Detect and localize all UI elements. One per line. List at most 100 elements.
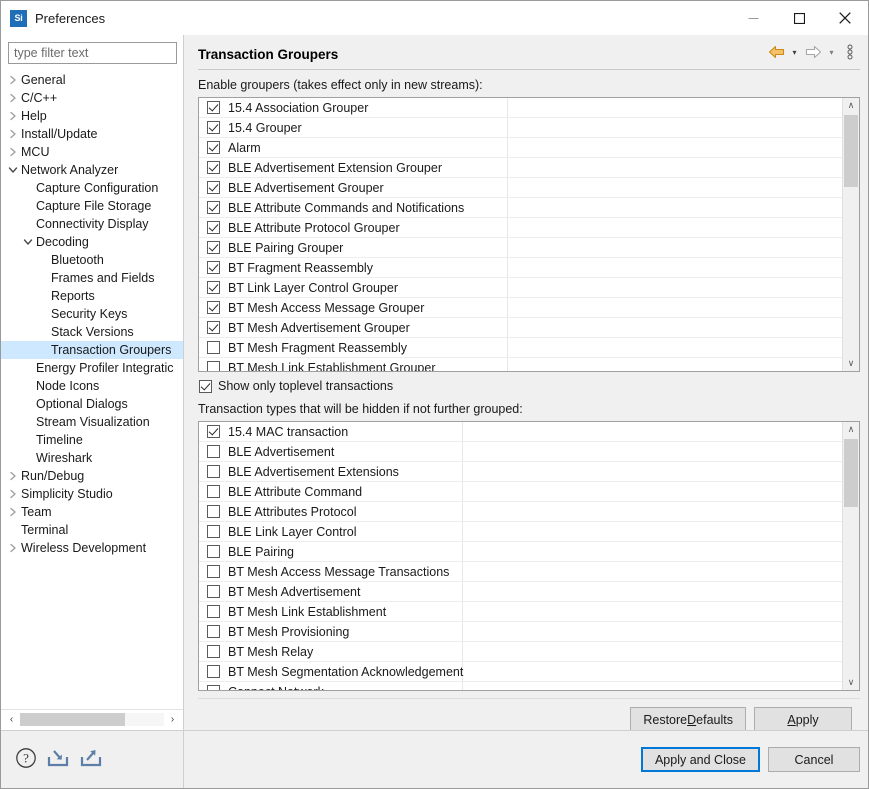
- grouper-row[interactable]: BT Mesh Fragment Reassembly: [199, 338, 842, 358]
- hidden-type-checkbox[interactable]: [207, 445, 220, 458]
- grouper-row[interactable]: 15.4 Grouper: [199, 118, 842, 138]
- hidden-type-checkbox[interactable]: [207, 425, 220, 438]
- chevron-right-icon[interactable]: [5, 111, 21, 121]
- back-dropdown-caret-icon[interactable]: ▾: [788, 42, 801, 62]
- hidden-type-row[interactable]: 15.4 MAC transaction: [199, 422, 842, 442]
- hidden-type-row[interactable]: BLE Link Layer Control: [199, 522, 842, 542]
- sidebar-item-stream-visualization[interactable]: Stream Visualization: [1, 413, 183, 431]
- sidebar-item-terminal[interactable]: Terminal: [1, 521, 183, 539]
- hidden-type-row[interactable]: BT Mesh Segmentation Acknowledgement: [199, 662, 842, 682]
- sidebar-item-decoding[interactable]: Decoding: [1, 233, 183, 251]
- sidebar-item-bluetooth[interactable]: Bluetooth: [1, 251, 183, 269]
- grouper-row[interactable]: BT Fragment Reassembly: [199, 258, 842, 278]
- hidden-types-scroll-track[interactable]: [843, 437, 859, 675]
- groupers-table-body[interactable]: 15.4 Association Grouper 15.4 Grouper Alar…: [199, 98, 842, 371]
- grouper-row[interactable]: Alarm: [199, 138, 842, 158]
- tree-horizontal-scrollbar[interactable]: ‹ ›: [1, 709, 183, 730]
- sidebar-item-simplicity-studio[interactable]: Simplicity Studio: [1, 485, 183, 503]
- groupers-table[interactable]: 15.4 Association Grouper 15.4 Grouper Alar…: [198, 97, 860, 372]
- hidden-type-checkbox[interactable]: [207, 625, 220, 638]
- hidden-types-vertical-scrollbar[interactable]: ∧ ∨: [842, 422, 859, 690]
- sidebar-item-c-c[interactable]: C/C++: [1, 89, 183, 107]
- scroll-left-icon[interactable]: ‹: [3, 712, 20, 727]
- grouper-row[interactable]: BLE Advertisement Grouper: [199, 178, 842, 198]
- scroll-down-icon[interactable]: ∨: [843, 675, 859, 690]
- grouper-checkbox[interactable]: [207, 241, 220, 254]
- grouper-checkbox[interactable]: [207, 221, 220, 234]
- sidebar-item-install-update[interactable]: Install/Update: [1, 125, 183, 143]
- cancel-button[interactable]: Cancel: [768, 747, 860, 772]
- groupers-scroll-thumb[interactable]: [844, 115, 858, 187]
- scroll-up-icon[interactable]: ∧: [843, 98, 859, 113]
- hidden-type-checkbox[interactable]: [207, 645, 220, 658]
- import-icon[interactable]: [46, 747, 70, 772]
- grouper-checkbox[interactable]: [207, 321, 220, 334]
- hidden-type-row[interactable]: BT Mesh Relay: [199, 642, 842, 662]
- hidden-type-checkbox[interactable]: [207, 485, 220, 498]
- apply-and-close-button[interactable]: Apply and Close: [640, 747, 760, 772]
- sidebar-item-timeline[interactable]: Timeline: [1, 431, 183, 449]
- scroll-up-icon[interactable]: ∧: [843, 422, 859, 437]
- groupers-scroll-track[interactable]: [843, 113, 859, 356]
- hidden-type-row[interactable]: BLE Pairing: [199, 542, 842, 562]
- sidebar-item-stack-versions[interactable]: Stack Versions: [1, 323, 183, 341]
- restore-defaults-button[interactable]: Restore Defaults: [630, 707, 746, 732]
- sidebar-item-capture-file-storage[interactable]: Capture File Storage: [1, 197, 183, 215]
- sidebar-item-capture-configuration[interactable]: Capture Configuration: [1, 179, 183, 197]
- grouper-checkbox[interactable]: [207, 201, 220, 214]
- grouper-row[interactable]: BLE Advertisement Extension Grouper: [199, 158, 842, 178]
- groupers-rows[interactable]: 15.4 Association Grouper 15.4 Grouper Alar…: [199, 98, 842, 371]
- hidden-type-checkbox[interactable]: [207, 525, 220, 538]
- sidebar-item-team[interactable]: Team: [1, 503, 183, 521]
- sidebar-item-wireless-development[interactable]: Wireless Development: [1, 539, 183, 557]
- grouper-row[interactable]: BLE Attribute Commands and Notifications: [199, 198, 842, 218]
- minimize-button[interactable]: [730, 1, 776, 35]
- grouper-row[interactable]: BT Mesh Advertisement Grouper: [199, 318, 842, 338]
- hidden-types-rows[interactable]: 15.4 MAC transaction BLE Advertisement BLE…: [199, 422, 842, 690]
- hidden-type-checkbox[interactable]: [207, 505, 220, 518]
- toplevel-checkbox-box[interactable]: [199, 379, 212, 393]
- hidden-type-checkbox[interactable]: [207, 585, 220, 598]
- grouper-row[interactable]: BT Link Layer Control Grouper: [199, 278, 842, 298]
- hidden-type-row[interactable]: BLE Advertisement Extensions: [199, 462, 842, 482]
- vertical-dots-icon[interactable]: [840, 42, 860, 62]
- sidebar-item-general[interactable]: General: [1, 71, 183, 89]
- export-icon[interactable]: [79, 747, 103, 772]
- hidden-types-table[interactable]: 15.4 MAC transaction BLE Advertisement BLE…: [198, 421, 860, 691]
- scroll-down-icon[interactable]: ∨: [843, 356, 859, 371]
- grouper-checkbox[interactable]: [207, 261, 220, 274]
- chevron-right-icon[interactable]: [5, 543, 21, 553]
- chevron-right-icon[interactable]: [5, 147, 21, 157]
- sidebar-item-run-debug[interactable]: Run/Debug: [1, 467, 183, 485]
- scroll-right-icon[interactable]: ›: [164, 712, 181, 727]
- sidebar-item-mcu[interactable]: MCU: [1, 143, 183, 161]
- hidden-type-checkbox[interactable]: [207, 545, 220, 558]
- sidebar-item-network-analyzer[interactable]: Network Analyzer: [1, 161, 183, 179]
- hscroll-thumb[interactable]: [20, 712, 126, 726]
- hidden-type-checkbox[interactable]: [207, 605, 220, 618]
- grouper-checkbox[interactable]: [207, 301, 220, 314]
- forward-arrow-icon[interactable]: [803, 42, 823, 62]
- chevron-right-icon[interactable]: [5, 129, 21, 139]
- chevron-right-icon[interactable]: [5, 489, 21, 499]
- close-button[interactable]: [822, 1, 868, 35]
- grouper-checkbox[interactable]: [207, 101, 220, 114]
- hidden-type-checkbox[interactable]: [207, 665, 220, 678]
- hidden-type-row[interactable]: BLE Attribute Command: [199, 482, 842, 502]
- chevron-right-icon[interactable]: [5, 507, 21, 517]
- grouper-checkbox[interactable]: [207, 361, 220, 371]
- back-arrow-icon[interactable]: [766, 42, 786, 62]
- chevron-right-icon[interactable]: [5, 93, 21, 103]
- apply-button[interactable]: Apply: [754, 707, 852, 732]
- grouper-row[interactable]: BT Mesh Link Establishment Grouper: [199, 358, 842, 371]
- grouper-row[interactable]: 15.4 Association Grouper: [199, 98, 842, 118]
- hidden-type-row[interactable]: BT Mesh Advertisement: [199, 582, 842, 602]
- grouper-checkbox[interactable]: [207, 121, 220, 134]
- search-input[interactable]: [8, 42, 177, 64]
- sidebar-item-wireshark[interactable]: Wireshark: [1, 449, 183, 467]
- preferences-tree[interactable]: General C/C++ Help Install/Update MCU Network…: [1, 69, 183, 709]
- grouper-row[interactable]: BLE Pairing Grouper: [199, 238, 842, 258]
- hidden-type-row[interactable]: BT Mesh Provisioning: [199, 622, 842, 642]
- hidden-type-checkbox[interactable]: [207, 565, 220, 578]
- sidebar-item-node-icons[interactable]: Node Icons: [1, 377, 183, 395]
